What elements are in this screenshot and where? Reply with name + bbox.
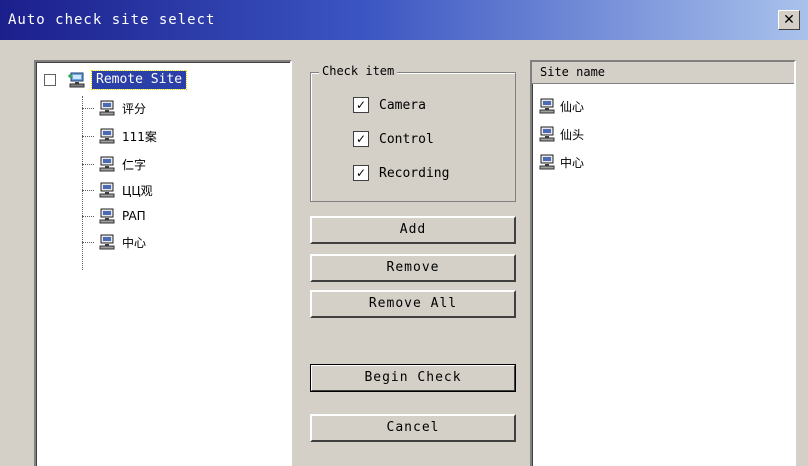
list-item-label: 中心 [560, 155, 585, 170]
computer-icon [98, 128, 116, 144]
computer-icon [98, 100, 116, 116]
column-header-label: Site name [540, 65, 606, 79]
tree-item-label: 仁字 [122, 157, 147, 172]
remove-button[interactable]: Remove [310, 254, 516, 282]
expand-toggle[interactable] [44, 74, 56, 86]
tree-item[interactable]: 111案 [82, 126, 157, 146]
tree-item[interactable]: ЦЦ观 [82, 180, 153, 200]
computer-icon [98, 156, 116, 172]
cancel-button[interactable]: Cancel [310, 414, 516, 442]
begin-check-button[interactable]: Begin Check [310, 364, 516, 392]
tree-item[interactable]: 仁字 [82, 154, 146, 174]
list-item-label: 仙心 [560, 99, 585, 114]
remote-site-tree[interactable]: Remote Site 评分 111案 仁字 ЦЦ观 PAП 中心 [34, 60, 292, 466]
tree-item-label: 中心 [122, 235, 147, 250]
list-item-label: 仙头 [560, 127, 585, 142]
check-item-group: Check item ✓ Camera ✓ Control ✓ Recordin… [310, 64, 516, 202]
tree-connector [82, 135, 94, 137]
tree-item[interactable]: 中心 [82, 232, 146, 252]
control-checkbox[interactable]: ✓ Control [353, 131, 434, 147]
tree-root-label[interactable]: Remote Site [90, 70, 188, 90]
tree-item-label: 评分 [122, 101, 147, 116]
window-title: Auto check site select [8, 12, 216, 28]
camera-checkbox[interactable]: ✓ Camera [353, 97, 426, 113]
checkmark-icon[interactable]: ✓ [353, 97, 369, 113]
checkbox-label: Camera [379, 97, 426, 113]
tree-item-label: 111案 [122, 129, 157, 144]
recording-checkbox[interactable]: ✓ Recording [353, 165, 449, 181]
close-icon: ✕ [783, 12, 795, 28]
tree-item-label: PAП [122, 209, 146, 223]
remove-all-button[interactable]: Remove All [310, 290, 516, 318]
add-button[interactable]: Add [310, 216, 516, 244]
site-name-list[interactable]: Site name 仙心 仙头 中心 [530, 60, 796, 466]
list-item[interactable]: 中心 [538, 152, 584, 172]
computer-icon [538, 126, 556, 142]
computer-icon [538, 98, 556, 114]
computer-icon [98, 208, 116, 224]
list-item[interactable]: 仙心 [538, 96, 584, 116]
tree-connector [82, 241, 94, 243]
tree-connector [82, 215, 94, 217]
title-bar: Auto check site select ✕ [0, 0, 808, 40]
checkbox-label: Recording [379, 165, 450, 181]
checkbox-label: Control [379, 131, 434, 147]
tree-root-node[interactable]: Remote Site [44, 70, 188, 90]
list-column-header[interactable]: Site name [532, 62, 794, 84]
checkmark-icon[interactable]: ✓ [353, 165, 369, 181]
computer-icon [538, 154, 556, 170]
close-button[interactable]: ✕ [778, 10, 800, 30]
tree-item[interactable]: 评分 [82, 98, 146, 118]
network-computer-icon [68, 72, 86, 88]
tree-connector [82, 189, 94, 191]
computer-icon [98, 234, 116, 250]
tree-item-label: ЦЦ观 [122, 183, 153, 198]
group-title: Check item [319, 64, 398, 78]
tree-connector [82, 107, 94, 109]
list-item[interactable]: 仙头 [538, 124, 584, 144]
checkmark-icon[interactable]: ✓ [353, 131, 369, 147]
tree-item[interactable]: PAП [82, 206, 146, 226]
tree-connector [82, 163, 94, 165]
computer-icon [98, 182, 116, 198]
